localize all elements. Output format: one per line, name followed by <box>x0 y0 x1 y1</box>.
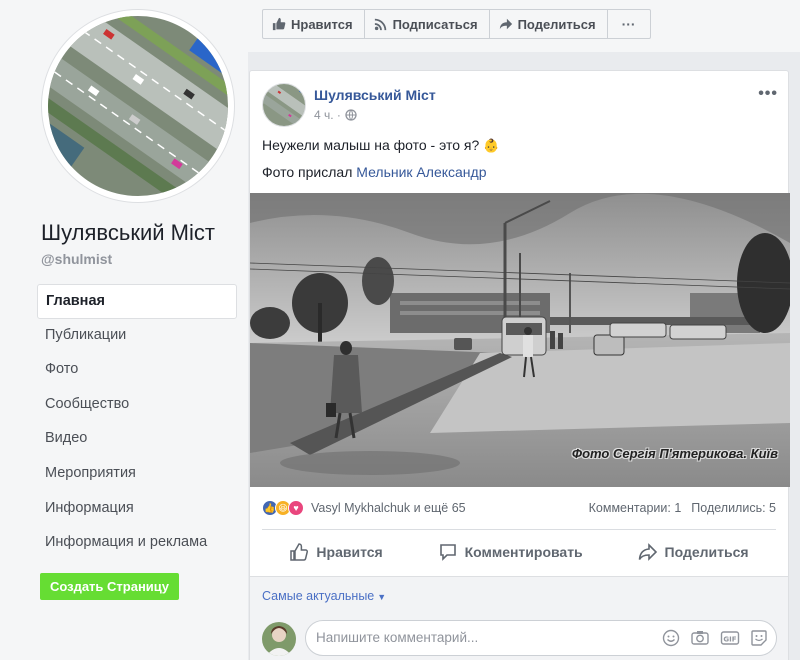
comment-input[interactable]: Напишите комментарий... GIF <box>305 620 777 656</box>
camera-icon[interactable] <box>690 629 710 647</box>
post-card: Шулявський Міст 4 ч. · ••• Неужели малыш… <box>249 70 790 660</box>
share-arrow-icon <box>638 543 657 561</box>
page-avatar-frame[interactable] <box>42 10 234 202</box>
page-like-label: Нравится <box>291 16 353 32</box>
comment-input-icons: GIF <box>662 629 768 647</box>
comments-count[interactable]: Комментарии: 1 <box>589 501 682 515</box>
post-credit-link[interactable]: Мельник Александр <box>356 164 486 180</box>
page-title: Шулявський Міст <box>41 220 215 245</box>
post-author-avatar[interactable] <box>262 83 306 127</box>
nav-item-videos[interactable]: Видео <box>37 422 237 457</box>
comment-label: Комментировать <box>464 544 583 560</box>
page-share-button[interactable]: Поделиться <box>490 10 608 38</box>
caret-down-icon: ▼ <box>377 592 387 602</box>
comment-bubble-icon <box>439 544 456 561</box>
svg-text:GIF: GIF <box>723 636 736 644</box>
page-action-bar: Нравится Подписаться Поделиться ··· <box>248 0 800 52</box>
comments-sort-label: Самые актуальные <box>262 589 375 603</box>
post-text-body: Неужели малыш на фото - это я? <box>262 137 480 153</box>
sticker-icon[interactable] <box>750 629 768 647</box>
post-author-name[interactable]: Шулявський Міст <box>314 87 436 103</box>
post-photo[interactable]: Фото Сергія П'ятерикова. Київ <box>250 193 790 487</box>
rss-icon <box>374 18 386 31</box>
like-label: Нравится <box>316 544 383 560</box>
more-dots-icon: ··· <box>621 16 636 32</box>
reactions-summary[interactable]: Vasyl Mykhalchuk и ещё 65 <box>311 501 466 515</box>
post-text: Неужели малыш на фото - это я? 👶 <box>262 137 499 154</box>
comments-section: Самые актуальные ▼ Напишите комментарий..… <box>250 576 788 660</box>
page-share-label: Поделиться <box>517 16 596 32</box>
page-handle[interactable]: @shulmist <box>41 251 112 267</box>
post-credit: Фото прислал Мельник Александр <box>262 164 486 180</box>
share-arrow-icon <box>499 18 512 30</box>
nav-item-community[interactable]: Сообщество <box>37 388 237 423</box>
page-sidebar: Шулявський Міст @shulmist Главная Публик… <box>0 0 248 660</box>
emoji-icon[interactable] <box>662 629 680 647</box>
globe-icon[interactable] <box>345 109 357 121</box>
post-actions: Нравится Комментировать Поделиться <box>262 533 776 571</box>
nav-item-posts[interactable]: Публикации <box>37 319 237 354</box>
post-stats: 👍 😆 ♥ Vasyl Mykhalchuk и ещё 65 Коммента… <box>262 497 776 519</box>
share-button[interactable]: Поделиться <box>638 542 749 562</box>
page-like-button[interactable]: Нравится <box>263 10 365 38</box>
page-subscribe-button[interactable]: Подписаться <box>365 10 490 38</box>
create-page-button[interactable]: Создать Страницу <box>40 573 179 600</box>
nav-item-ads-info[interactable]: Информация и реклама <box>37 526 237 561</box>
page-actions: Нравится Подписаться Поделиться ··· <box>262 9 651 39</box>
photo-watermark: Фото Сергія П'ятерикова. Київ <box>571 446 778 461</box>
page-more-button[interactable]: ··· <box>608 10 650 38</box>
share-label: Поделиться <box>664 544 749 560</box>
page-subscribe-label: Подписаться <box>392 16 478 32</box>
post-credit-prefix: Фото прислал <box>262 164 353 180</box>
comments-sort-dropdown[interactable]: Самые актуальные ▼ <box>262 589 386 603</box>
thumbs-up-icon <box>272 17 286 31</box>
nav-item-photos[interactable]: Фото <box>37 353 237 388</box>
post-meta: 4 ч. · <box>314 108 357 122</box>
nav-item-events[interactable]: Мероприятия <box>37 457 237 492</box>
nav-item-home[interactable]: Главная <box>37 284 237 319</box>
baby-emoji-icon: 👶 <box>483 138 500 153</box>
post-timestamp[interactable]: 4 ч. · <box>314 108 341 122</box>
shares-count[interactable]: Поделились: 5 <box>691 501 776 515</box>
comment-placeholder: Напишите комментарий... <box>316 630 479 645</box>
love-reaction-icon: ♥ <box>288 500 304 516</box>
post-options-button[interactable]: ••• <box>758 85 778 103</box>
page-avatar[interactable] <box>48 16 228 196</box>
gif-icon[interactable]: GIF <box>720 629 740 647</box>
comment-button[interactable]: Комментировать <box>438 542 583 562</box>
page-nav: Главная Публикации Фото Сообщество Видео… <box>37 284 237 561</box>
stats-divider <box>262 529 776 530</box>
current-user-avatar[interactable] <box>262 622 296 656</box>
reaction-icons[interactable]: 👍 😆 ♥ <box>262 500 304 516</box>
thumbs-up-icon <box>290 543 309 561</box>
nav-item-about[interactable]: Информация <box>37 492 237 527</box>
like-button[interactable]: Нравится <box>289 542 383 562</box>
